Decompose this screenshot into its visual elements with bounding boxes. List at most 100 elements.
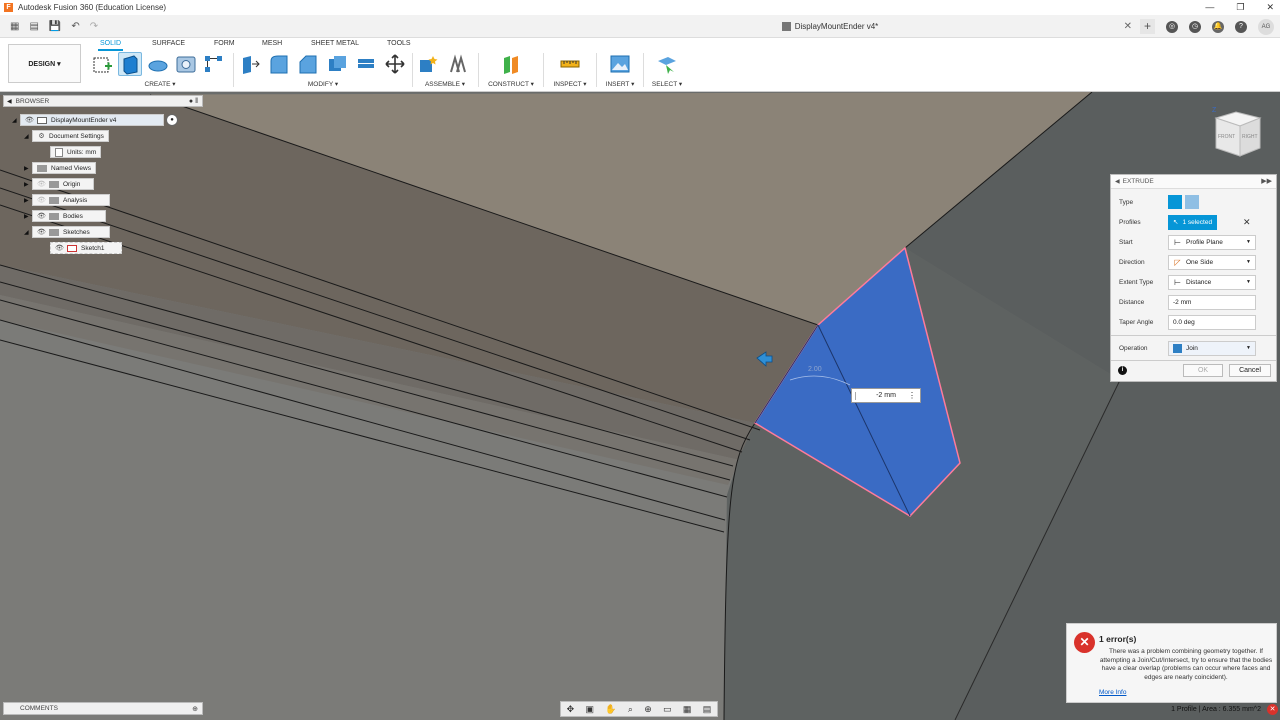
expand-arrow-icon[interactable]: ▶ bbox=[24, 181, 32, 188]
browser-row-origin[interactable]: ▶ 👁 Origin bbox=[24, 178, 94, 190]
select-menu-label[interactable]: SELECT ▾ bbox=[647, 80, 687, 88]
zoom-icon[interactable]: ⌕ bbox=[628, 704, 633, 715]
sketch1-node[interactable]: 👁 Sketch1 bbox=[50, 242, 122, 254]
tab-sheet-metal[interactable]: SHEET METAL bbox=[311, 40, 359, 47]
assemble-menu-label[interactable]: ASSEMBLE ▾ bbox=[416, 80, 474, 88]
expand-arrow-icon[interactable]: ◢ bbox=[12, 117, 20, 124]
file-menu-icon[interactable]: ▤ bbox=[29, 21, 38, 32]
look-at-icon[interactable]: ▣ bbox=[586, 704, 595, 715]
expand-arrow-icon[interactable]: ◢ bbox=[24, 133, 32, 140]
insert-menu-label[interactable]: INSERT ▾ bbox=[600, 80, 640, 88]
info-icon[interactable]: i bbox=[1118, 366, 1127, 375]
data-panel-grid-icon[interactable]: ▦ bbox=[10, 21, 19, 32]
more-options-icon[interactable]: ⋮ bbox=[908, 391, 916, 400]
expand-arrow-icon[interactable]: ▶ bbox=[24, 213, 32, 220]
job-status-icon[interactable]: ◷ bbox=[1189, 20, 1201, 33]
workspace-switcher[interactable]: DESIGN ▾ bbox=[8, 44, 81, 83]
browser-header-buttons[interactable]: ● ‖ bbox=[189, 98, 198, 105]
tab-solid[interactable]: SOLID bbox=[97, 40, 124, 51]
browser-row-units[interactable]: Units: mm bbox=[50, 146, 102, 158]
document-tab[interactable]: DisplayMountEnder v4* ✕ bbox=[520, 15, 1140, 38]
move-copy-icon[interactable] bbox=[383, 52, 407, 76]
analysis-node[interactable]: 👁 Analysis bbox=[32, 194, 110, 206]
start-select[interactable]: ⊢ Profile Plane ▼ bbox=[1168, 234, 1256, 250]
hole-icon[interactable] bbox=[174, 52, 198, 76]
viewcube-right-label[interactable]: RIGHT bbox=[1242, 134, 1258, 140]
units-node[interactable]: Units: mm bbox=[50, 146, 102, 158]
clear-selection-icon[interactable]: ✕ bbox=[1243, 217, 1251, 228]
distance-input-value[interactable]: -2 mm bbox=[876, 392, 896, 399]
close-tab-button[interactable]: ✕ bbox=[1124, 21, 1132, 32]
direction-select[interactable]: ◸ One Side ▼ bbox=[1168, 254, 1256, 270]
orbit-constrained-icon[interactable]: ✥ bbox=[567, 704, 575, 715]
activate-radio-icon[interactable]: ● bbox=[166, 114, 178, 126]
tab-surface[interactable]: SURFACE bbox=[152, 40, 185, 47]
pattern-icon[interactable] bbox=[202, 52, 226, 76]
drag-grip-icon[interactable] bbox=[855, 392, 857, 400]
insert-image-icon[interactable] bbox=[608, 52, 632, 76]
document-settings-node[interactable]: ⚙ Document Settings bbox=[32, 130, 109, 142]
close-window-button[interactable]: ✕ bbox=[1266, 0, 1274, 15]
redo-icon[interactable]: ↷ bbox=[90, 21, 98, 32]
visibility-eye-icon[interactable]: 👁 bbox=[37, 180, 46, 189]
notifications-icon[interactable]: 🔔 bbox=[1212, 20, 1224, 33]
combine-icon[interactable] bbox=[354, 52, 378, 76]
more-info-link[interactable]: More Info bbox=[1099, 689, 1126, 696]
modify-menu-label[interactable]: MODIFY ▾ bbox=[238, 80, 408, 88]
undo-icon[interactable]: ↶ bbox=[71, 21, 79, 32]
named-views-node[interactable]: Named Views bbox=[32, 162, 96, 174]
help-icon[interactable]: ? bbox=[1235, 20, 1247, 33]
operation-select[interactable]: Join ▼ bbox=[1168, 340, 1256, 356]
distance-field[interactable]: -2 mm bbox=[1168, 294, 1256, 310]
fit-zoom-icon[interactable]: ⊕ bbox=[644, 704, 652, 715]
expand-arrow-icon[interactable]: ▶ bbox=[24, 197, 32, 204]
extensions-icon[interactable]: ◎ bbox=[1166, 20, 1178, 33]
visibility-eye-icon[interactable]: 👁 bbox=[37, 212, 46, 221]
fillet-icon[interactable] bbox=[267, 52, 291, 76]
new-component-icon[interactable] bbox=[416, 52, 440, 76]
extrude-dialog-header[interactable]: ◀ EXTRUDE ▶▶ bbox=[1111, 175, 1276, 189]
sketches-node[interactable]: 👁 Sketches bbox=[32, 226, 110, 238]
browser-row-sketch1[interactable]: 👁 Sketch1 bbox=[50, 242, 122, 254]
press-pull-icon[interactable] bbox=[238, 52, 262, 76]
maximize-button[interactable]: ❐ bbox=[1236, 0, 1244, 15]
browser-root-row[interactable]: ◢ 👁 DisplayMountEnder v4 ● bbox=[12, 114, 178, 126]
comments-panel-header[interactable]: COMMENTS ⊕ bbox=[3, 702, 203, 715]
browser-row-analysis[interactable]: ▶ 👁 Analysis bbox=[24, 194, 110, 206]
construct-menu-label[interactable]: CONSTRUCT ▾ bbox=[482, 80, 540, 88]
visibility-eye-icon[interactable]: 👁 bbox=[37, 196, 46, 205]
collapse-arrow-icon[interactable]: ◀ bbox=[1115, 178, 1120, 185]
new-tab-button[interactable]: + bbox=[1140, 19, 1155, 34]
measure-icon[interactable] bbox=[558, 52, 582, 76]
save-icon[interactable]: 💾 bbox=[49, 21, 61, 32]
display-settings-icon[interactable]: ▭ bbox=[663, 704, 672, 715]
taper-angle-field[interactable]: 0.0 deg bbox=[1168, 314, 1256, 330]
revolve-icon[interactable] bbox=[146, 52, 170, 76]
add-comment-icon[interactable]: ⊕ bbox=[192, 705, 198, 713]
create-menu-label[interactable]: CREATE ▾ bbox=[90, 80, 230, 88]
tab-tools[interactable]: TOOLS bbox=[387, 40, 411, 47]
thin-type-icon[interactable] bbox=[1185, 195, 1199, 209]
browser-row-sketches[interactable]: ◢ 👁 Sketches bbox=[24, 226, 110, 238]
visibility-eye-icon[interactable]: 👁 bbox=[25, 116, 34, 125]
profiles-selection[interactable]: ↖ 1 selected bbox=[1168, 214, 1218, 230]
grid-settings-icon[interactable]: ▦ bbox=[683, 704, 692, 715]
visibility-eye-icon[interactable]: 👁 bbox=[37, 228, 46, 237]
solid-type-icon[interactable] bbox=[1168, 195, 1182, 209]
collapse-arrow-icon[interactable]: ◀ bbox=[7, 98, 12, 105]
error-indicator-icon[interactable]: ✕ bbox=[1267, 704, 1278, 715]
inspect-menu-label[interactable]: INSPECT ▾ bbox=[547, 80, 593, 88]
extrude-icon[interactable] bbox=[118, 52, 142, 76]
viewports-icon[interactable]: ▤ bbox=[703, 704, 712, 715]
minimize-button[interactable]: — bbox=[1205, 0, 1214, 15]
extent-type-select[interactable]: ⊢ Distance ▼ bbox=[1168, 274, 1256, 290]
joint-icon[interactable] bbox=[445, 52, 469, 76]
root-component[interactable]: 👁 DisplayMountEnder v4 bbox=[20, 114, 164, 126]
browser-row-document-settings[interactable]: ◢ ⚙ Document Settings bbox=[24, 130, 109, 142]
expand-dialog-icon[interactable]: ▶▶ bbox=[1261, 177, 1272, 185]
browser-row-named-views[interactable]: ▶ Named Views bbox=[24, 162, 96, 174]
bodies-node[interactable]: 👁 Bodies bbox=[32, 210, 106, 222]
expand-arrow-icon[interactable]: ◢ bbox=[24, 229, 32, 236]
select-tool-icon[interactable] bbox=[655, 52, 679, 76]
chamfer-icon[interactable] bbox=[296, 52, 320, 76]
